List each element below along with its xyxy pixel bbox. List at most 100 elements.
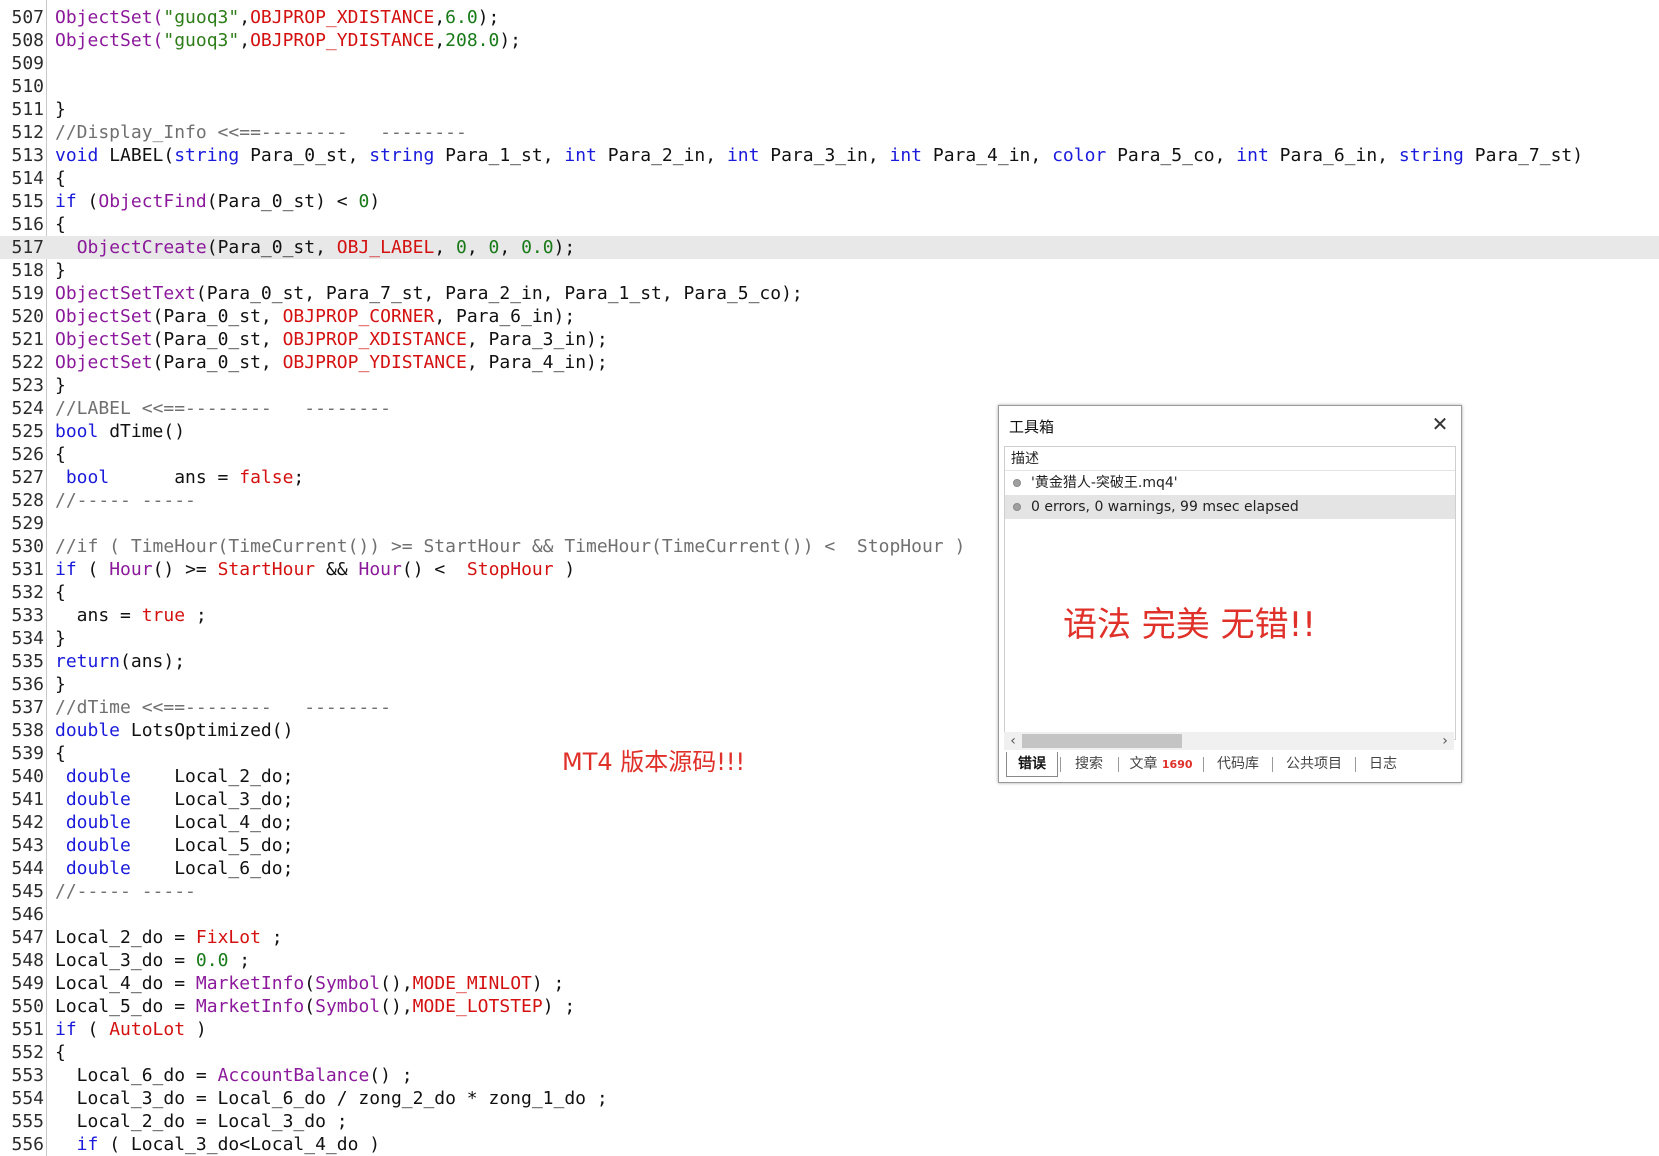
line-number: 540	[11, 766, 44, 787]
line-number: 514	[11, 168, 44, 189]
toolbox-titlebar[interactable]: 工具箱 ✕	[999, 406, 1461, 444]
line-number: 549	[11, 973, 44, 994]
code-line[interactable]: 507 ObjectSet("guoq3",OBJPROP_XDISTANCE,6…	[0, 6, 1659, 29]
code-token: }	[55, 674, 66, 695]
tab-search[interactable]: 搜索	[1064, 752, 1114, 776]
line-number: 509	[11, 53, 44, 74]
code-token: double	[55, 789, 131, 810]
tab-journal[interactable]: 日志	[1359, 752, 1407, 776]
code-text: double Local_6_do;	[55, 857, 294, 880]
code-line[interactable]: 555 Local_2_do = Local_3_do ;	[0, 1110, 1659, 1133]
tab-code-base[interactable]: 代码库	[1207, 752, 1269, 776]
code-line[interactable]: 523}	[0, 374, 1659, 397]
code-text: ObjectSet(Para_0_st, OBJPROP_XDISTANCE, …	[55, 328, 608, 351]
code-line[interactable]: 556 if ( Local_3_do<Local_4_do )	[0, 1133, 1659, 1156]
code-line[interactable]: 520 ObjectSet(Para_0_st, OBJPROP_CORNER, …	[0, 305, 1659, 328]
code-line[interactable]: 519 ObjectSetText(Para_0_st, Para_7_st, P…	[0, 282, 1659, 305]
code-token: ) ;	[542, 996, 576, 1017]
tab-public-projects[interactable]: 公共项目	[1276, 752, 1352, 776]
code-line[interactable]: 513 void LABEL(string Para_0_st, string P…	[0, 144, 1659, 167]
line-number: 548	[11, 950, 44, 971]
code-token: , Para_4_in);	[466, 352, 608, 373]
code-line[interactable]: 518}	[0, 259, 1659, 282]
description-column-header[interactable]: 描述	[1005, 447, 1455, 471]
code-line[interactable]: 510	[0, 75, 1659, 98]
line-number: 553	[11, 1065, 44, 1086]
code-token: }	[55, 260, 66, 281]
code-text: }	[55, 627, 66, 650]
message-row-result[interactable]: 0 errors, 0 warnings, 99 msec elapsed	[1005, 495, 1455, 519]
code-token: if	[55, 559, 77, 580]
code-token: double	[55, 720, 121, 741]
message-row-file[interactable]: '黄金猎人-突破王.mq4'	[1005, 471, 1455, 495]
line-number: 517	[11, 237, 44, 258]
code-token: 0	[456, 237, 467, 258]
code-line[interactable]: 521 ObjectSet(Para_0_st, OBJPROP_XDISTANC…	[0, 328, 1659, 351]
code-token: ,	[466, 237, 489, 258]
code-token: bool	[55, 467, 110, 488]
code-text: ObjectSet(Para_0_st, OBJPROP_YDISTANCE, …	[55, 351, 608, 374]
code-text: Local_2_do = FixLot ;	[55, 926, 283, 949]
code-token: Local_6_do =	[55, 1065, 218, 1086]
code-line[interactable]: 547 Local_2_do = FixLot ;	[0, 926, 1659, 949]
code-line[interactable]: 508 ObjectSet("guoq3",OBJPROP_YDISTANCE,2…	[0, 29, 1659, 52]
code-text: Local_2_do = Local_3_do ;	[55, 1110, 348, 1133]
code-line[interactable]: 553 Local_6_do = AccountBalance() ;	[0, 1064, 1659, 1087]
code-line[interactable]: 522 ObjectSet(Para_0_st, OBJPROP_YDISTANC…	[0, 351, 1659, 374]
code-text: double Local_2_do;	[55, 765, 294, 788]
code-line[interactable]: 548 Local_3_do = 0.0 ;	[0, 949, 1659, 972]
code-line[interactable]: 546	[0, 903, 1659, 926]
code-token: dTime()	[98, 421, 186, 442]
code-token: )	[185, 1019, 207, 1040]
tab-label: 搜索	[1075, 756, 1103, 772]
close-icon[interactable]: ✕	[1427, 411, 1453, 437]
code-token: true	[141, 605, 186, 626]
code-line[interactable]: 543 double Local_5_do;	[0, 834, 1659, 857]
chevron-left-icon[interactable]: ‹	[1006, 732, 1020, 750]
code-line[interactable]: 544 double Local_6_do;	[0, 857, 1659, 880]
code-line[interactable]: 550 Local_5_do = MarketInfo(Symbol(),MODE…	[0, 995, 1659, 1018]
code-line[interactable]: 551 if ( AutoLot )	[0, 1018, 1659, 1041]
code-text: Local_3_do = 0.0 ;	[55, 949, 250, 972]
code-token: Hour	[109, 559, 153, 580]
code-line[interactable]: 509	[0, 52, 1659, 75]
code-text: {	[55, 167, 66, 190]
line-number: 515	[11, 191, 44, 212]
code-text: if ( Local_3_do<Local_4_do )	[55, 1133, 380, 1156]
tab-label: 代码库	[1217, 756, 1259, 772]
code-line[interactable]: 549 Local_4_do = MarketInfo(Symbol(),MODE…	[0, 972, 1659, 995]
code-line[interactable]: 511}	[0, 98, 1659, 121]
tab-errors[interactable]: 错误	[1006, 752, 1058, 777]
code-token: }	[55, 375, 66, 396]
code-text: Local_6_do = AccountBalance() ;	[55, 1064, 413, 1087]
code-token: double	[55, 858, 131, 879]
code-text: ObjectSet(Para_0_st, OBJPROP_CORNER, Par…	[55, 305, 575, 328]
code-token: );	[477, 7, 500, 28]
code-line[interactable]: 552 {	[0, 1041, 1659, 1064]
code-line[interactable]: 517 ObjectCreate(Para_0_st, OBJ_LABEL, 0…	[0, 236, 1659, 259]
line-number: 538	[11, 720, 44, 741]
code-line[interactable]: 545 //----- -----	[0, 880, 1659, 903]
code-token: Para_2_in,	[596, 145, 727, 166]
code-text: }	[55, 259, 66, 282]
line-number: 516	[11, 214, 44, 235]
horizontal-scrollbar[interactable]: ‹ ›	[1004, 732, 1454, 750]
code-token: LotsOptimized()	[120, 720, 294, 741]
code-text: Local_4_do = MarketInfo(Symbol(),MODE_MI…	[55, 972, 564, 995]
tab-label: 文章	[1129, 756, 1158, 772]
code-text: if (ObjectFind(Para_0_st) < 0)	[55, 190, 380, 213]
code-line[interactable]: 541 double Local_3_do;	[0, 788, 1659, 811]
toolbox-message-list[interactable]: 描述 '黄金猎人-突破王.mq4' 0 errors, 0 warnings, …	[1004, 446, 1456, 740]
code-token: ,	[434, 7, 446, 28]
scrollbar-thumb[interactable]	[1022, 734, 1182, 748]
tab-articles[interactable]: 文章 1690	[1122, 752, 1200, 776]
code-token: (ans);	[120, 651, 186, 672]
code-line[interactable]: 515 if (ObjectFind(Para_0_st) < 0)	[0, 190, 1659, 213]
code-line[interactable]: 542 double Local_4_do;	[0, 811, 1659, 834]
code-line[interactable]: 516 {	[0, 213, 1659, 236]
code-line[interactable]: 514 {	[0, 167, 1659, 190]
code-token: return	[55, 651, 121, 672]
code-line[interactable]: 512 //Display_Info <<==-------- --------	[0, 121, 1659, 144]
code-line[interactable]: 554 Local_3_do = Local_6_do / zong_2_do …	[0, 1087, 1659, 1110]
chevron-right-icon[interactable]: ›	[1438, 732, 1452, 750]
